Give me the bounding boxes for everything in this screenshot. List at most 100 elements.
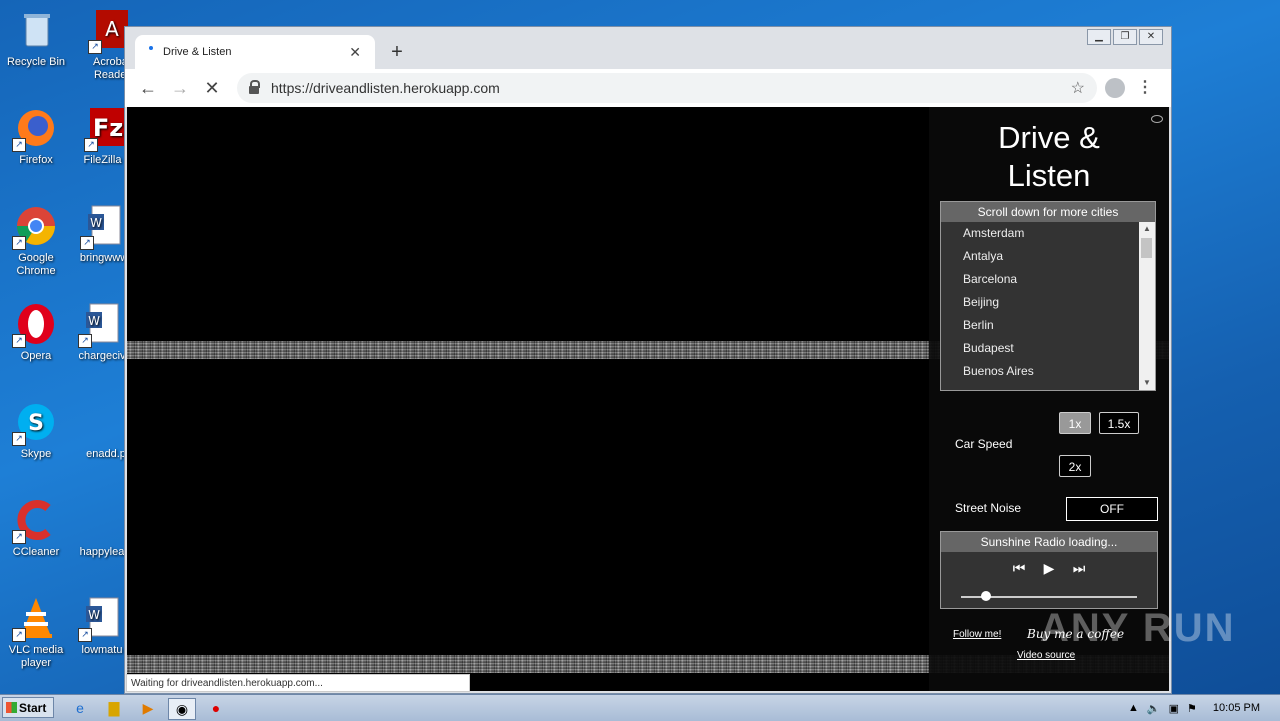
city-item[interactable]: Amsterdam	[941, 222, 1139, 245]
system-tray: ▲ 🔈 ▣ ⚑ 10:05 PM	[1128, 695, 1280, 721]
radio-controls: ⏮ ▶ ⏭	[941, 560, 1157, 577]
desktop-icon-label: CCleaner	[12, 546, 60, 558]
network-icon[interactable]: ▣	[1169, 702, 1179, 715]
back-icon[interactable]: ←	[137, 77, 159, 99]
chrome-icon: ↗	[12, 204, 58, 250]
app-title-line: Drive &	[998, 120, 1100, 155]
svg-text:W: W	[88, 314, 100, 328]
chrome-taskbar-icon[interactable]: ◉	[168, 698, 196, 720]
maximize-button[interactable]: ❐	[1113, 29, 1137, 45]
taskbar: Start e ▇ ▶ ◉ ● ▲ 🔈 ▣ ⚑ 10:05 PM	[0, 694, 1280, 721]
city-item[interactable]: Buenos Aires	[941, 360, 1139, 383]
video-source-link[interactable]: Video source	[1017, 650, 1075, 661]
desktop-icon-recycle-bin[interactable]: Recycle Bin	[0, 8, 72, 69]
radio-station-name: Sunshine Radio loading...	[941, 532, 1157, 552]
follow-link[interactable]: Follow me!	[953, 629, 1001, 640]
close-tab-icon[interactable]: ✕	[349, 44, 361, 61]
street-noise-label: Street Noise	[955, 501, 1022, 515]
car-speed-label: Car Speed	[955, 437, 1013, 451]
svg-text:W: W	[90, 216, 102, 230]
show-hidden-icons-icon[interactable]: ▲	[1128, 702, 1139, 714]
city-item[interactable]: Berlin	[941, 314, 1139, 337]
shortcut-arrow-icon: ↗	[80, 236, 94, 250]
address-bar[interactable]: https://driveandlisten.herokuapp.com ☆	[237, 73, 1097, 103]
shortcut-arrow-icon: ↗	[78, 628, 92, 642]
opera-icon: ↗	[12, 302, 58, 348]
city-scrollbar[interactable]: ▲ ▼	[1139, 222, 1155, 390]
file-icon	[80, 498, 124, 542]
shortcut-arrow-icon: ↗	[88, 40, 102, 54]
anyrun-watermark: ANY RUN	[1040, 606, 1236, 650]
close-window-button[interactable]: ✕	[1139, 29, 1163, 45]
control-panel: Drive & Listen Scroll down for more citi…	[929, 107, 1169, 691]
volume-icon[interactable]: 🔈	[1147, 702, 1161, 715]
menu-icon[interactable]: ⋮	[1137, 77, 1153, 97]
speed-2x-button[interactable]: 2x	[1059, 455, 1091, 477]
url-text[interactable]: https://driveandlisten.herokuapp.com	[271, 80, 1071, 96]
radio-player: Sunshine Radio loading... ⏮ ▶ ⏭	[940, 531, 1158, 609]
shortcut-arrow-icon: ↗	[12, 138, 26, 152]
shortcut-arrow-icon: ↗	[12, 334, 26, 348]
svg-text:S: S	[28, 411, 44, 436]
shortcut-arrow-icon: ↗	[84, 138, 98, 152]
desktop-icon-opera[interactable]: ↗ Opera	[0, 302, 72, 363]
play-icon[interactable]: ▶	[1042, 560, 1056, 577]
desktop-icon-firefox[interactable]: ↗ Firefox	[0, 106, 72, 167]
desktop-icon-vlc[interactable]: ↗ VLC media player	[0, 596, 72, 670]
window-controls: ▁ ❐ ✕	[1087, 29, 1163, 45]
city-list[interactable]: Amsterdam Antalya Barcelona Beijing Berl…	[941, 222, 1139, 390]
ie-icon[interactable]: e	[70, 698, 90, 718]
scroll-up-icon[interactable]: ▲	[1139, 222, 1155, 236]
profile-avatar[interactable]	[1105, 78, 1125, 98]
scroll-thumb[interactable]	[1141, 238, 1152, 258]
file-icon	[84, 400, 128, 444]
ccleaner-icon: ↗	[12, 498, 58, 544]
speed-1x-button[interactable]: 1x	[1059, 412, 1091, 434]
tab-title: Drive & Listen	[163, 46, 232, 58]
browser-tab[interactable]: Drive & Listen ✕	[135, 35, 375, 69]
stop-loading-icon[interactable]: ✕	[201, 77, 223, 99]
recycle-bin-icon	[14, 8, 58, 52]
clock[interactable]: 10:05 PM	[1213, 702, 1260, 714]
desktop-icon-skype[interactable]: S ↗ Skype	[0, 400, 72, 461]
desktop-icon-chrome[interactable]: ↗ Google Chrome	[0, 204, 72, 278]
action-center-flag-icon[interactable]: ⚑	[1187, 702, 1197, 715]
forward-icon[interactable]: →	[169, 77, 191, 99]
desktop-icon-label: VLC media player	[8, 644, 64, 669]
desktop-icon-label: Skype	[20, 448, 52, 460]
speed-1-5x-button[interactable]: 1.5x	[1099, 412, 1139, 434]
opera-taskbar-icon[interactable]: ●	[206, 698, 226, 718]
volume-knob[interactable]	[980, 591, 991, 601]
bookmark-star-icon[interactable]: ☆	[1071, 78, 1085, 98]
shortcut-arrow-icon: ↗	[12, 628, 26, 642]
media-player-icon[interactable]: ▶	[138, 698, 158, 718]
desktop-icon-label: Google Chrome	[16, 252, 56, 277]
city-list-header: Scroll down for more cities	[941, 202, 1155, 222]
svg-text:W: W	[88, 608, 100, 622]
city-item[interactable]: Beijing	[941, 291, 1139, 314]
previous-station-icon[interactable]: ⏮	[1012, 560, 1026, 577]
start-button[interactable]: Start	[2, 697, 54, 718]
desktop-icon-label: Opera	[20, 350, 52, 362]
city-item[interactable]: Antalya	[941, 245, 1139, 268]
loading-icon	[149, 46, 153, 50]
city-item[interactable]: Budapest	[941, 337, 1139, 360]
explorer-icon[interactable]: ▇	[104, 698, 124, 718]
status-bubble: Waiting for driveandlisten.herokuapp.com…	[126, 674, 470, 692]
scroll-down-icon[interactable]: ▼	[1139, 376, 1155, 390]
word-doc-icon: W ↗	[80, 204, 126, 250]
word-doc-icon: W ↗	[78, 596, 124, 642]
desktop-icon-label: Firefox	[19, 154, 53, 166]
minimize-button[interactable]: ▁	[1087, 29, 1111, 45]
desktop-icon-ccleaner[interactable]: ↗ CCleaner	[0, 498, 72, 559]
new-tab-button[interactable]: +	[385, 41, 409, 64]
lock-icon	[249, 80, 260, 94]
street-noise-toggle[interactable]: OFF	[1066, 497, 1158, 521]
next-station-icon[interactable]: ⏭	[1072, 560, 1086, 577]
app-title: Drive & Listen	[929, 119, 1169, 195]
browser-window: ▁ ❐ ✕ Drive & Listen ✕ + ← → ✕ https://d…	[124, 26, 1172, 694]
city-selector[interactable]: Scroll down for more cities Amsterdam An…	[940, 201, 1156, 391]
city-item[interactable]: Barcelona	[941, 268, 1139, 291]
shortcut-arrow-icon: ↗	[12, 236, 26, 250]
vlc-icon: ↗	[12, 596, 58, 642]
